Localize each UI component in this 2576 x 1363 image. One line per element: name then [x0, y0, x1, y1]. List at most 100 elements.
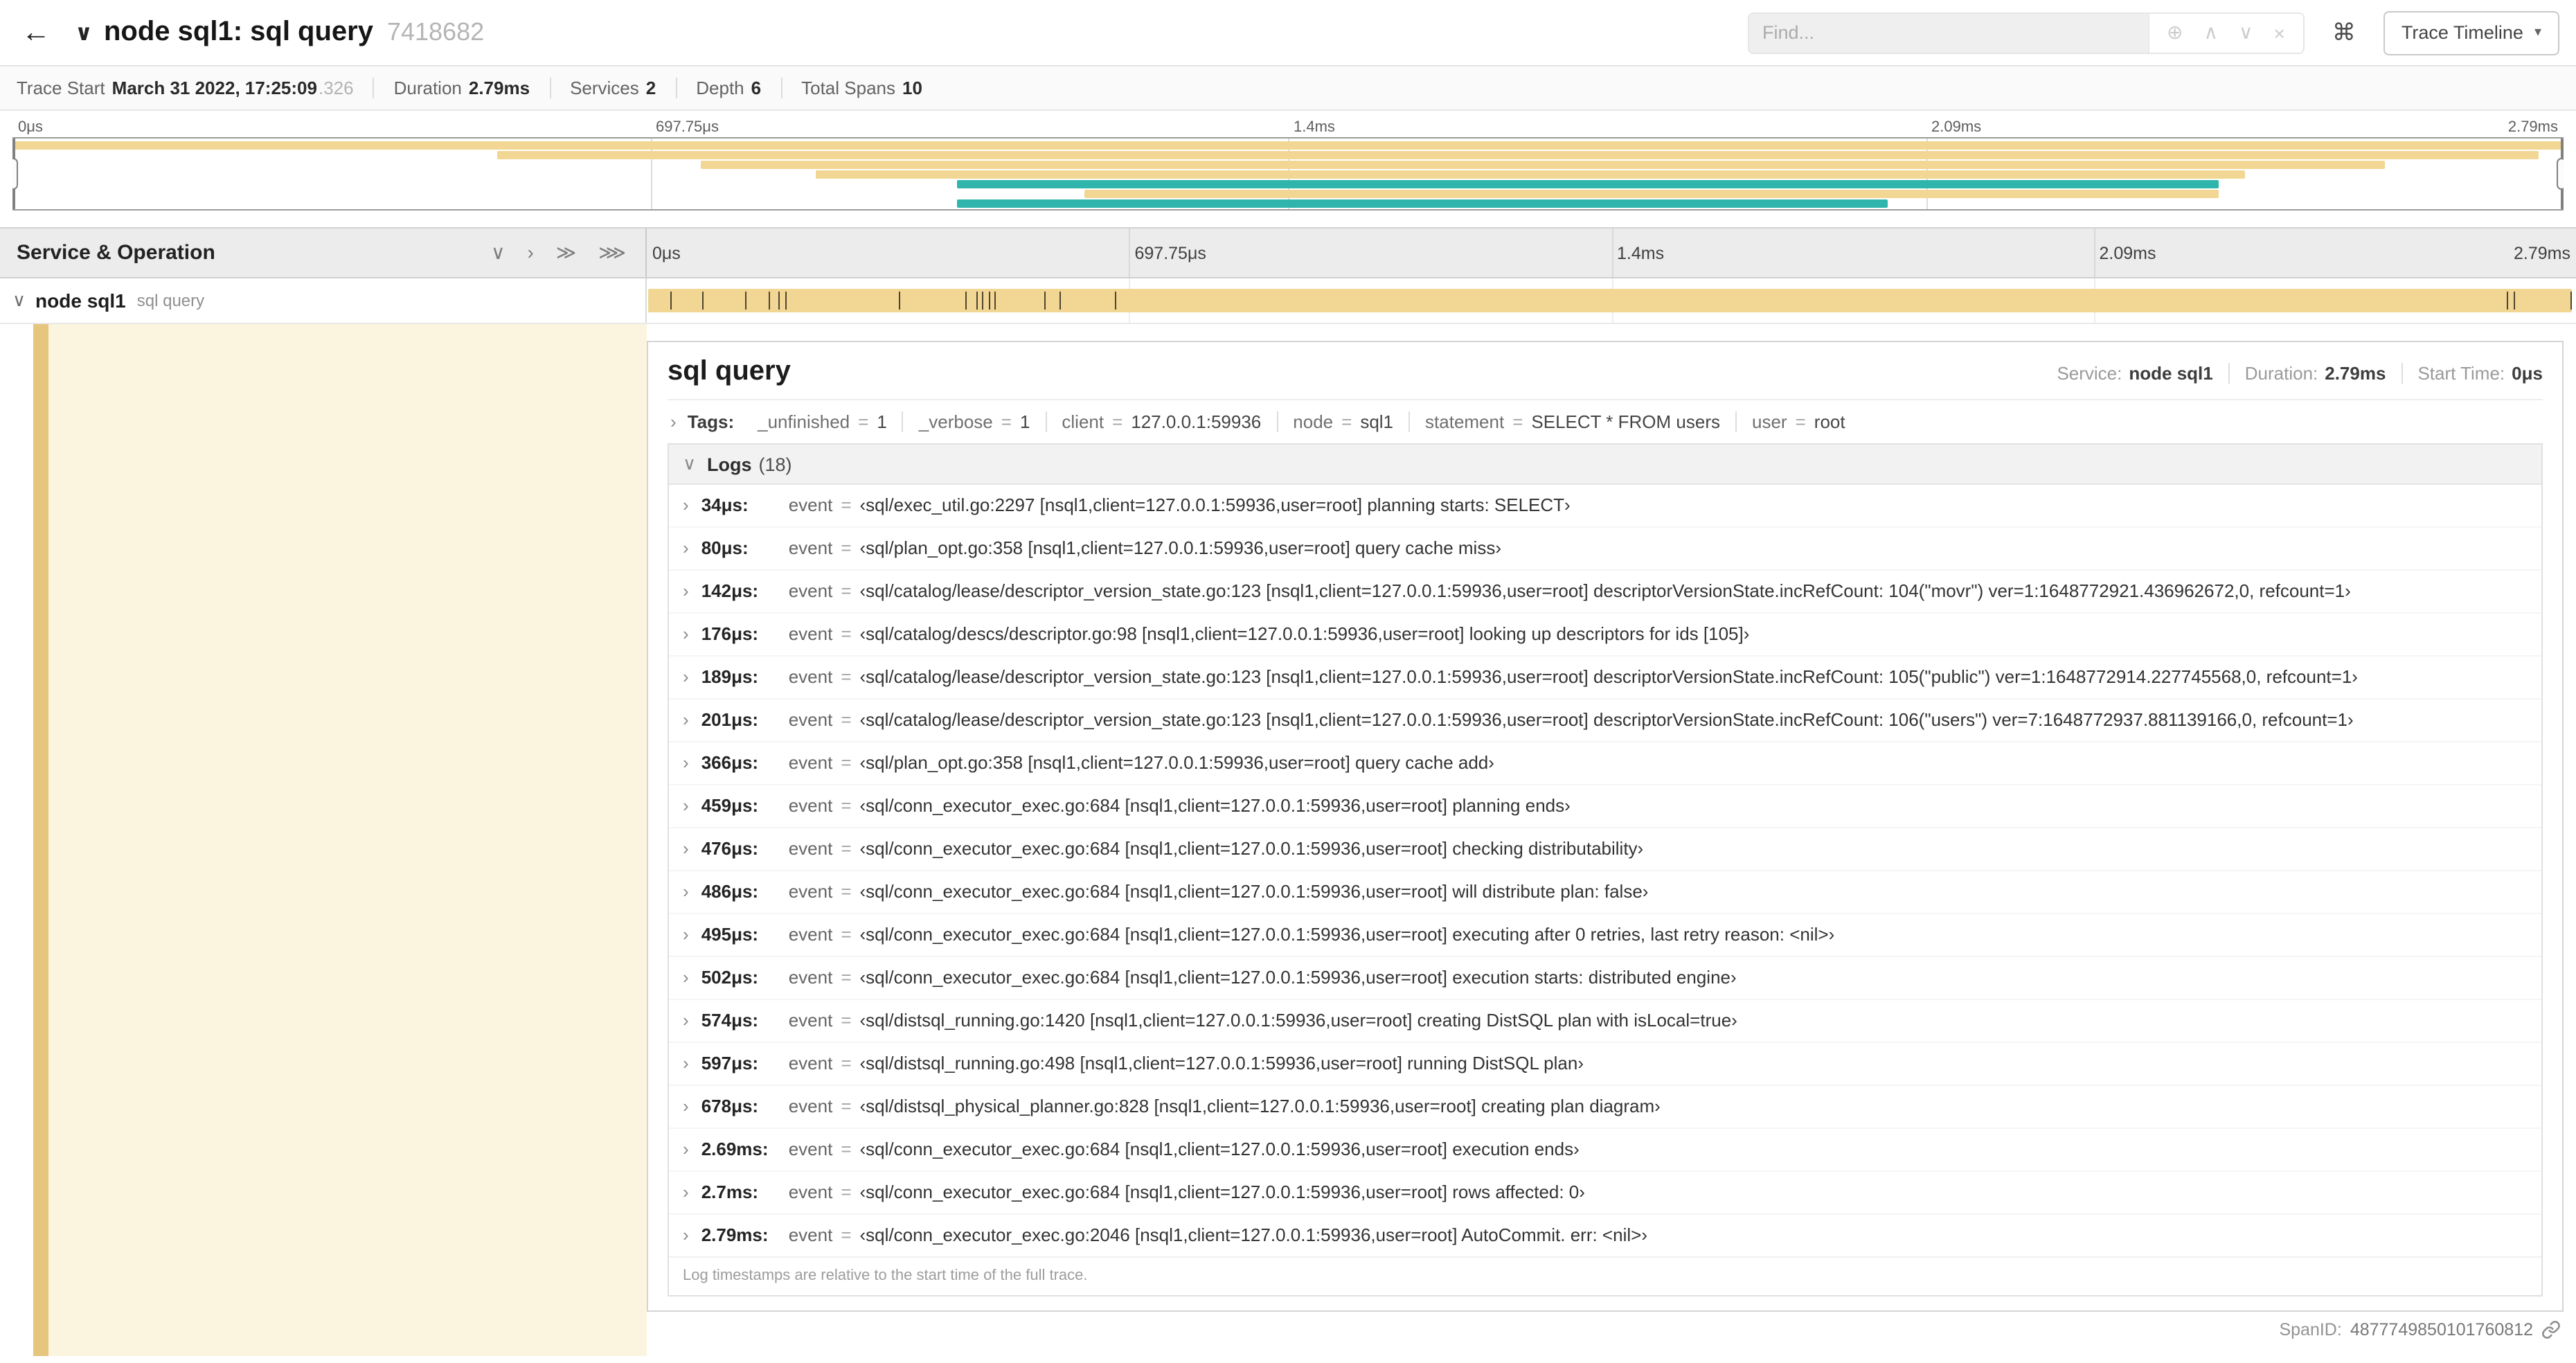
log-expand-icon[interactable]: › [683, 579, 689, 604]
log-entry[interactable]: › 476μs: event = ‹sql/conn_executor_exec.go:… [669, 827, 2541, 870]
log-entry[interactable]: › 34μs: event = ‹sql/exec_util.go:2297 [nsql… [669, 485, 2541, 526]
log-expand-icon[interactable]: › [683, 1223, 689, 1248]
minimap-tick-labels: 0μs 697.75μs 1.4ms 2.09ms 2.79ms [12, 115, 2564, 137]
log-entry[interactable]: › 176μs: event = ‹sql/catalog/descs/descript… [669, 612, 2541, 655]
expand-all-icon[interactable]: ⋙ [598, 241, 626, 265]
span-detail-area: sql query Service: node sql1 Duration: 2.79… [0, 324, 2576, 1356]
logs-accordion: ∨ Logs (18) › 34μs: event = ‹sql/exec_util.g… [668, 443, 2543, 1297]
log-marker-tick [785, 292, 787, 310]
equals-sign: = [841, 881, 852, 902]
log-expand-icon[interactable]: › [683, 1180, 689, 1205]
back-button[interactable]: ← [0, 0, 72, 65]
trace-info-value: 2.79ms [468, 78, 530, 98]
minimap-left-scrubber[interactable] [12, 139, 18, 209]
next-result-icon[interactable]: ∨ [2239, 21, 2253, 44]
grid-line [1129, 229, 1131, 277]
log-expand-icon[interactable]: › [683, 536, 689, 561]
logs-collapse-icon[interactable]: ∨ [683, 453, 696, 475]
log-expand-icon[interactable]: › [683, 622, 689, 647]
tag-value: SELECT * FROM users [1531, 411, 1720, 432]
trace-view-label: Trace Timeline [2401, 22, 2523, 43]
span-detail-meta: Service: node sql1 Duration: 2.79ms Start Ti… [2041, 363, 2543, 384]
equals-sign: = [1341, 411, 1352, 432]
log-field-value: ‹sql/plan_opt.go:358 [nsql1,client=127.0… [859, 752, 1494, 773]
log-field-key: event [788, 924, 833, 945]
log-field-value: ‹sql/conn_executor_exec.go:684 [nsql1,cl… [859, 881, 1649, 902]
collapse-one-icon[interactable]: ∨ [491, 241, 506, 265]
logs-header[interactable]: ∨ Logs (18) [669, 445, 2541, 485]
log-entry[interactable]: › 201μs: event = ‹sql/catalog/lease/descript… [669, 698, 2541, 741]
log-expand-icon[interactable]: › [683, 493, 689, 518]
timeline-header-left: Service & Operation ∨ › ≫ ⋙ [0, 229, 647, 277]
trace-id: 7418682 [386, 18, 485, 46]
span-row[interactable]: ∨ node sql1 sql query [0, 278, 2576, 324]
minimap-span-bar [956, 199, 1888, 208]
minimap-canvas[interactable] [12, 137, 2564, 211]
logs-list: › 34μs: event = ‹sql/exec_util.go:2297 [nsql… [669, 485, 2541, 1256]
minimap-right-scrubber[interactable] [2557, 139, 2564, 209]
span-name-cell[interactable]: ∨ node sql1 sql query [0, 278, 647, 323]
log-expand-icon[interactable]: › [683, 1008, 689, 1033]
log-entry[interactable]: › 486μs: event = ‹sql/conn_executor_exec.go:… [669, 870, 2541, 913]
equals-sign: = [841, 1182, 852, 1202]
log-entry[interactable]: › 80μs: event = ‹sql/plan_opt.go:358 [nsql1,… [669, 526, 2541, 569]
span-collapse-icon[interactable]: ∨ [12, 289, 26, 312]
back-arrow-icon: ← [21, 16, 51, 48]
span-duration-bar[interactable] [648, 289, 2572, 312]
log-entry[interactable]: › 678μs: event = ‹sql/distsql_physical_plann… [669, 1085, 2541, 1128]
log-expand-icon[interactable]: › [683, 751, 689, 776]
collapse-all-icon[interactable]: ≫ [556, 241, 576, 265]
trace-view-select[interactable]: Trace Timeline ▾ [2383, 10, 2559, 55]
log-expand-icon[interactable]: › [683, 837, 689, 862]
log-expand-icon[interactable]: › [683, 665, 689, 690]
log-expand-icon[interactable]: › [683, 794, 689, 819]
log-entry[interactable]: › 189μs: event = ‹sql/catalog/lease/descript… [669, 655, 2541, 698]
log-field-value: ‹sql/distsql_physical_planner.go:828 [ns… [859, 1096, 1661, 1116]
log-entry[interactable]: › 502μs: event = ‹sql/conn_executor_exec.go:… [669, 956, 2541, 999]
log-field-value: ‹sql/conn_executor_exec.go:2046 [nsql1,c… [859, 1224, 1648, 1245]
trace-header: ← ∨ node sql1: sql query 7418682 ⊕ ∧ ∨ ×… [0, 0, 2576, 66]
log-entry[interactable]: › 597μs: event = ‹sql/distsql_running.go:498… [669, 1042, 2541, 1085]
log-expand-icon[interactable]: › [683, 1137, 689, 1162]
log-expand-icon[interactable]: › [683, 708, 689, 733]
log-marker-tick [1115, 292, 1117, 310]
prev-result-icon[interactable]: ∧ [2204, 21, 2219, 44]
log-expand-icon[interactable]: › [683, 965, 689, 990]
service-operation-header: Service & Operation [17, 241, 215, 265]
tags-row[interactable]: › Tags: _unfinished = 1 _verbose = 1 client = 12… [668, 400, 2543, 443]
log-entry[interactable]: › 574μs: event = ‹sql/distsql_running.go:142… [669, 999, 2541, 1042]
copy-link-icon[interactable] [2541, 1320, 2561, 1339]
log-expand-icon[interactable]: › [683, 880, 689, 905]
log-entry[interactable]: › 142μs: event = ‹sql/catalog/lease/descript… [669, 569, 2541, 612]
equals-sign: = [841, 838, 852, 859]
ruler-tick-label: 1.4ms [1294, 119, 1335, 136]
log-timestamp: 486μs: [701, 881, 759, 902]
timeline-header-controls: ∨ › ≫ ⋙ [491, 241, 626, 265]
clear-search-icon[interactable]: × [2274, 21, 2285, 44]
log-entry[interactable]: › 2.69ms: event = ‹sql/conn_executor_exec.go… [669, 1128, 2541, 1170]
expand-one-icon[interactable]: › [528, 241, 534, 265]
log-entry[interactable]: › 366μs: event = ‹sql/plan_opt.go:358 [nsql1… [669, 741, 2541, 784]
tag-item: node = sql1 [1276, 411, 1408, 432]
log-expand-icon[interactable]: › [683, 1051, 689, 1076]
log-expand-icon[interactable]: › [683, 923, 689, 947]
equals-sign: = [841, 1224, 852, 1245]
find-input[interactable] [1748, 13, 2148, 52]
log-entry[interactable]: › 459μs: event = ‹sql/conn_executor_exec.go:… [669, 784, 2541, 827]
log-entry[interactable]: › 2.7ms: event = ‹sql/conn_executor_exec.go:… [669, 1170, 2541, 1213]
keyboard-shortcuts-button[interactable]: ⌘ [2324, 17, 2364, 48]
equals-sign: = [841, 623, 852, 644]
detail-meta-label: Service: [2057, 363, 2122, 384]
locate-span-icon[interactable]: ⊕ [2167, 21, 2183, 44]
log-entry[interactable]: › 2.79ms: event = ‹sql/conn_executor_exec.go… [669, 1213, 2541, 1256]
log-marker-tick [778, 292, 780, 310]
log-timestamp: 495μs: [701, 924, 759, 945]
span-track[interactable] [647, 278, 2576, 323]
log-entry[interactable]: › 495μs: event = ‹sql/conn_executor_exec.go:… [669, 913, 2541, 956]
log-expand-icon[interactable]: › [683, 1094, 689, 1119]
equals-sign: = [841, 709, 852, 730]
detail-meta-value: 2.79ms [2325, 363, 2386, 384]
column-resizer[interactable] [643, 229, 651, 326]
tags-expand-icon[interactable]: › [670, 411, 677, 432]
collapse-trace-chevron-icon[interactable]: ∨ [75, 19, 93, 46]
